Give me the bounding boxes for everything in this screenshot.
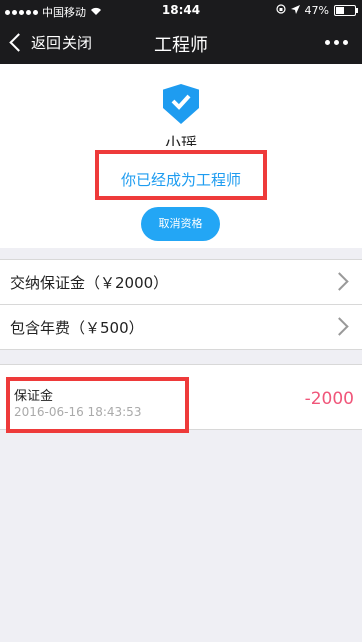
chevron-right-icon — [330, 272, 349, 291]
record-amount: -2000 — [304, 389, 354, 409]
list-item-annual-fee[interactable]: 包含年费（￥500） — [0, 304, 362, 349]
battery-icon — [334, 5, 358, 16]
chevron-right-icon — [330, 317, 349, 336]
engineer-status-message: 你已经成为工程师 — [120, 171, 241, 189]
nav-bar: 返回 关闭 工程师 — [0, 22, 362, 64]
profile-card: 小瑶 你已经成为工程师 取消资格 — [0, 64, 362, 248]
status-bar: 中国移动 18:44 47% — [0, 0, 362, 22]
list-item-label: 交纳保证金（￥2000） — [10, 273, 169, 292]
location-icon — [290, 4, 300, 17]
transaction-record: 保证金 2016-06-16 18:43:53 -2000 — [0, 364, 362, 433]
battery-percent: 47% — [304, 4, 329, 17]
cancel-qualification-button[interactable]: 取消资格 — [141, 207, 220, 241]
status-right: 47% — [275, 4, 358, 17]
lock-rotation-icon — [275, 4, 286, 17]
list-item-label: 包含年费（￥500） — [10, 318, 144, 337]
fee-list: 交纳保证金（￥2000） 包含年费（￥500） — [0, 259, 362, 350]
record-title: 保证金 — [14, 389, 54, 404]
username: 小瑶 — [164, 134, 197, 146]
page-title: 工程师 — [154, 35, 208, 56]
list-item-deposit[interactable]: 交纳保证金（￥2000） — [0, 260, 362, 304]
shield-check-icon — [163, 84, 199, 124]
record-timestamp: 2016-06-16 18:43:53 — [14, 405, 142, 419]
more-options-icon[interactable] — [325, 40, 348, 45]
